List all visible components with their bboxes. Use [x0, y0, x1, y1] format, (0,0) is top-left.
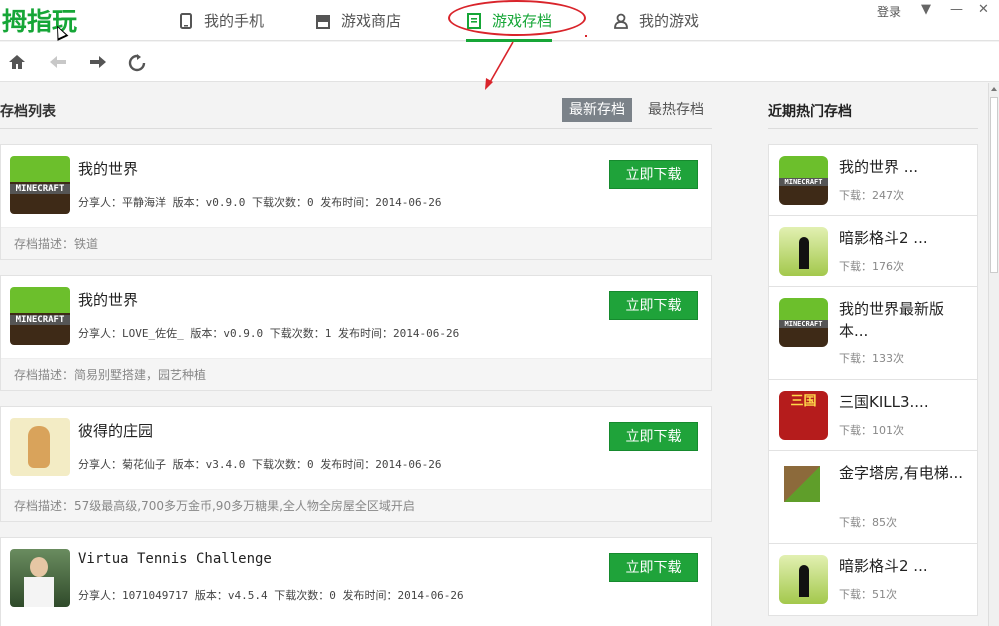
refresh-icon[interactable]: [128, 54, 146, 72]
thumb-logo-text: MINECRAFT: [779, 320, 828, 328]
hot-archive-name: 我的世界最新版本...: [839, 300, 945, 340]
archive-meta: 分享人：1071049717 版本：v4.5.4 下载次数：0 发布时间：201…: [78, 589, 464, 602]
hot-archive-item[interactable]: 暗影格斗2 ... 下载：176次: [769, 216, 977, 287]
store-icon: [315, 13, 331, 29]
hot-archive-name: 三国KILL3....: [839, 393, 929, 411]
hot-archive-downloads: 下载：133次: [839, 352, 904, 365]
download-button[interactable]: 立即下载: [609, 160, 698, 189]
game-thumbnail-sanguo-kill: 三国: [779, 391, 828, 440]
archive-card: 彼得的庄园 分享人：菊花仙子 版本：v3.4.0 下载次数：0 发布时间：201…: [0, 406, 712, 522]
hot-archive-item[interactable]: 金字塔房,有电梯... 下载：85次: [769, 451, 977, 544]
tab-my-phone[interactable]: 我的手机: [178, 0, 264, 41]
hot-archives-list: MINECRAFT 我的世界 ... 下载：247次 暗影格斗2 ... 下载：…: [768, 144, 978, 616]
archive-meta: 分享人：平静海洋 版本：v0.9.0 下载次数：0 发布时间：2014-06-2…: [78, 196, 442, 209]
game-thumbnail-shadow-fight: [779, 227, 828, 276]
list-header: 存档列表 最新存档 最热存档: [0, 98, 712, 129]
tab-game-store-label: 游戏商店: [341, 12, 402, 30]
hot-archive-downloads: 下载：85次: [839, 516, 897, 529]
phone-icon: [178, 12, 194, 29]
download-button[interactable]: 立即下载: [609, 422, 698, 451]
hot-archive-name: 暗影格斗2 ...: [839, 229, 928, 247]
game-thumbnail-shadow-fight: [779, 555, 828, 604]
hot-archive-item[interactable]: MINECRAFT 我的世界最新版本... 下载：133次: [769, 287, 977, 380]
archive-game-name[interactable]: 我的世界: [78, 289, 138, 310]
thumb-logo-text: MINECRAFT: [779, 178, 828, 186]
hot-archive-name: 金字塔房,有电梯...: [839, 464, 964, 482]
archive-card: Virtua Tennis Challenge 分享人：1071049717 版…: [0, 537, 712, 626]
login-link[interactable]: 登录: [877, 3, 901, 20]
game-thumbnail-peter-rabbit[interactable]: [10, 418, 70, 476]
hot-archive-name: 暗影格斗2 ...: [839, 557, 928, 575]
download-button[interactable]: 立即下载: [609, 291, 698, 320]
hot-archive-name: 我的世界 ...: [839, 158, 919, 176]
thumb-logo-text: MINECRAFT: [10, 184, 70, 194]
tab-game-store[interactable]: 游戏商店: [315, 0, 401, 41]
archive-card: MINECRAFT 我的世界 分享人：LOVE_佐佐_ 版本：v0.9.0 下载…: [0, 275, 712, 391]
thumb-logo-text: 三国: [790, 394, 817, 409]
archive-card: MINECRAFT 我的世界 分享人：平静海洋 版本：v0.9.0 下载次数：0…: [0, 144, 712, 260]
archive-meta: 分享人：菊花仙子 版本：v3.4.0 下载次数：0 发布时间：2014-06-2…: [78, 458, 442, 471]
archive-meta: 分享人：LOVE_佐佐_ 版本：v0.9.0 下载次数：1 发布时间：2014-…: [78, 327, 460, 340]
tab-my-phone-label: 我的手机: [204, 12, 265, 30]
hot-archive-item[interactable]: MINECRAFT 我的世界 ... 下载：247次: [769, 145, 977, 216]
annotation-dot: [585, 35, 587, 37]
game-thumbnail-minecraft: MINECRAFT: [779, 298, 828, 347]
home-icon[interactable]: [8, 54, 26, 70]
thumb-logo-text: MINECRAFT: [10, 315, 70, 325]
game-thumbnail-minecraft: MINECRAFT: [779, 156, 828, 205]
minimize-icon[interactable]: —: [950, 2, 963, 17]
divider: [768, 128, 978, 129]
list-title: 存档列表: [0, 104, 56, 120]
sort-newest-button[interactable]: 最新存档: [562, 98, 632, 122]
archive-game-name[interactable]: 我的世界: [78, 158, 138, 179]
hot-archive-downloads: 下载：247次: [839, 189, 904, 202]
tab-my-games[interactable]: 我的游戏: [613, 0, 699, 41]
tab-my-games-label: 我的游戏: [639, 12, 700, 30]
hot-archive-item[interactable]: 三国 三国KILL3.... 下载：101次: [769, 380, 977, 451]
close-icon[interactable]: ✕: [978, 2, 989, 17]
sort-hottest-button[interactable]: 最热存档: [641, 98, 711, 122]
back-icon[interactable]: [49, 54, 67, 70]
forward-icon[interactable]: [89, 54, 107, 70]
hot-archives-title: 近期热门存档: [768, 104, 852, 120]
game-thumbnail-minecraft[interactable]: MINECRAFT: [10, 156, 70, 214]
vertical-scrollbar[interactable]: [988, 83, 999, 626]
game-thumbnail-minecraft[interactable]: MINECRAFT: [10, 287, 70, 345]
game-thumbnail-pyramid: [779, 462, 828, 511]
annotation-ellipse: [448, 0, 586, 36]
archive-description: 存档描述：简易别墅搭建，园艺种植: [1, 358, 711, 390]
user-icon: [613, 13, 629, 29]
archive-game-name[interactable]: Virtua Tennis Challenge: [78, 551, 272, 567]
archive-description: 存档描述：铁道: [1, 227, 711, 259]
download-button[interactable]: 立即下载: [609, 553, 698, 582]
hot-archive-downloads: 下载：101次: [839, 424, 904, 437]
hot-archive-downloads: 下载：51次: [839, 588, 897, 601]
menu-dropdown-icon[interactable]: ▼: [921, 2, 931, 17]
hot-archive-item[interactable]: 暗影格斗2 ... 下载：51次: [769, 544, 977, 615]
archive-description: 存档描述：57级最高级,700多万金币,90多万糖果,全人物全房屋全区域开启: [1, 489, 711, 521]
game-thumbnail-tennis[interactable]: [10, 549, 70, 607]
hot-archive-downloads: 下载：176次: [839, 260, 904, 273]
top-nav-bar: 拇指玩 我的手机 游戏商店 游戏存档 我的游戏 登录 ▼ — ✕: [0, 0, 999, 42]
scroll-thumb[interactable]: [990, 97, 998, 273]
scroll-up-icon[interactable]: [991, 87, 997, 91]
archive-game-name[interactable]: 彼得的庄园: [78, 420, 153, 441]
